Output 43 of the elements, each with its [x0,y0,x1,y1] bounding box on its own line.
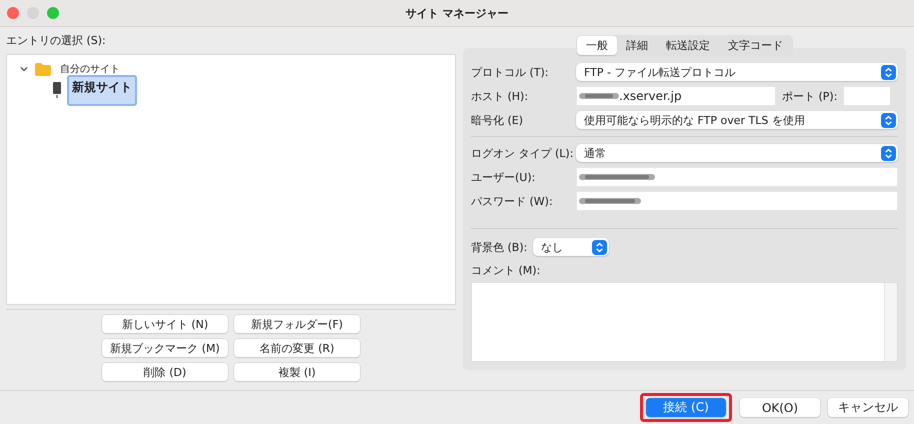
background-color-select[interactable]: なし [533,238,609,256]
field-label: パスワード (W): [471,194,554,208]
stepper-icon [881,146,896,160]
user-field[interactable] [576,167,898,187]
entry-label: エントリの選択 (S): [6,33,107,48]
encryption-select[interactable]: 使用可能なら明示的な FTP over TLS を使用 [576,111,898,129]
server-icon [53,82,61,98]
host-field[interactable]: .xserver.jp [576,86,776,106]
tree-item[interactable]: 新規サイト [67,74,137,106]
field-label: ポート (P): [782,88,838,104]
protocol-select[interactable]: FTP - ファイル転送プロトコル [576,63,898,81]
site-action-button[interactable]: 新規ブックマーク (M) [102,339,228,357]
field-label: コメント (M): [471,263,542,278]
logon-type-select[interactable]: 通常 [576,144,898,162]
field-label: ログオン タイプ (L): [471,146,574,160]
chevron-icon[interactable] [19,64,29,74]
close-button[interactable] [7,7,19,19]
field-label: 背景色 (B): [471,240,528,254]
tab[interactable]: 転送設定 [657,36,719,55]
tab[interactable]: 文字コード [719,36,792,55]
stepper-icon [881,64,896,80]
site-action-button[interactable]: 新規フォルダー(F) [234,315,360,333]
password-field[interactable] [576,191,898,211]
field-label: プロトコル (T): [471,64,550,80]
port-field[interactable] [843,86,892,106]
dialog-button[interactable]: キャンセル [828,398,908,417]
dialog-button[interactable]: OK(O) [740,398,820,417]
field-label: ホスト (H): [471,88,530,104]
tab[interactable]: 詳細 [617,36,657,55]
field-label: ユーザー(U): [471,170,536,184]
site-action-button[interactable]: 新しいサイト (N) [102,315,228,333]
zoom-button[interactable] [47,7,59,19]
folder-icon [35,62,51,76]
stepper-icon [881,112,896,128]
tab[interactable]: 一般 [577,36,617,55]
connect-button[interactable]: 接続 (C) [646,398,726,417]
site-action-button[interactable]: 削除 (D) [102,363,228,381]
comment-field[interactable] [471,282,898,362]
window-title: サイト マネージャー [406,6,508,20]
site-action-button[interactable]: 名前の変更 (R) [234,339,360,357]
site-action-button[interactable]: 複製 (I) [234,363,360,381]
stepper-icon [592,240,607,254]
field-label: 暗号化 (E) [471,112,524,128]
